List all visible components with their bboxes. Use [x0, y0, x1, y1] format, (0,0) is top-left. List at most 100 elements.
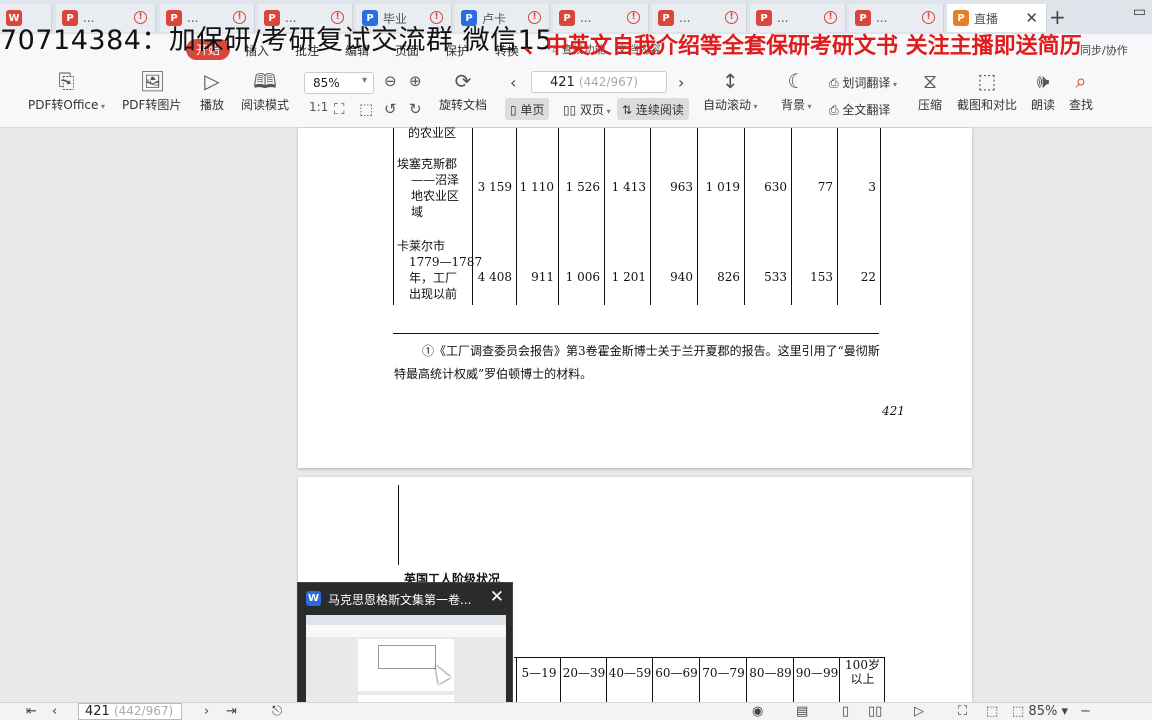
double-view-icon[interactable]: ▯▯ — [868, 704, 882, 719]
single-page-button[interactable]: ▯ 单页 — [505, 98, 550, 120]
page-total: (442/967) — [578, 75, 639, 89]
read-mode-label: 阅读模式 — [241, 98, 290, 112]
chevron-down-icon: ▾ — [361, 75, 367, 86]
actual-size-icon[interactable]: 1:1 — [309, 100, 328, 114]
table-cell: 630 — [764, 180, 787, 194]
document-type-icon: P — [855, 10, 871, 26]
table-cell: 153 — [810, 270, 833, 284]
rotate-document-button[interactable]: ⟳ 旋转文档 — [439, 70, 487, 113]
row-label-1: 埃塞克斯郡 ——沼泽 地农业区 域 — [397, 157, 460, 219]
tab-label: ... — [876, 11, 888, 25]
last-page-icon[interactable]: ⇥ — [226, 704, 237, 719]
status-page-current: 421 — [85, 704, 110, 719]
table-cell: 1 019 — [705, 180, 740, 194]
sync-collab-button[interactable]: 同步/协作 — [1080, 42, 1128, 58]
table-header-cell: 100岁以上 — [845, 658, 880, 686]
single-view-icon[interactable]: ▯ — [842, 704, 849, 719]
tab-label: ... — [777, 11, 789, 25]
close-tab-icon[interactable]: ✕ — [1025, 9, 1038, 27]
compress-icon: ⧖ — [922, 69, 938, 93]
double-page-icon: ▯▯ — [563, 103, 581, 117]
background-button[interactable]: ☾ 背景 ▾ — [781, 70, 812, 113]
overlay-caption-left: 70714384：加保研/考研复试交流群 微信15 — [0, 25, 553, 56]
play-icon: ▷ — [204, 69, 220, 93]
new-tab-icon[interactable]: + — [1049, 5, 1066, 29]
rotate-right-icon[interactable]: ↻ — [409, 100, 422, 118]
zoom-out-icon[interactable]: ⊖ — [384, 72, 397, 90]
table-header-cell: 90—99 — [795, 666, 839, 680]
document-type-icon: P — [756, 10, 772, 26]
prev-page-icon[interactable]: ‹ — [510, 73, 516, 92]
double-page-button[interactable]: ▯▯ 双页 ▾ — [558, 98, 616, 120]
pdf-to-office-button[interactable]: ⎘ PDF转Office ▾ — [28, 70, 105, 113]
fit-page-icon[interactable]: ⛶ — [334, 100, 345, 118]
auto-scroll-icon: ↕ — [721, 69, 739, 93]
unsaved-indicator-icon: ! — [627, 11, 640, 24]
table-cell: 1 006 — [565, 270, 600, 284]
close-icon[interactable]: ✕ — [490, 587, 504, 607]
zoom-value-status[interactable]: ⬚ 85% ▾ — [1012, 704, 1068, 719]
find-button[interactable]: ⌕ 查找 — [1069, 70, 1093, 113]
table-cell: 77 — [817, 180, 833, 194]
back-icon[interactable]: ⎋ — [272, 704, 282, 719]
next-page-icon[interactable]: › — [678, 73, 684, 92]
compress-button[interactable]: ⧖ 压缩 — [918, 70, 942, 113]
play-icon[interactable]: ▷ — [914, 704, 924, 719]
document-page: 的农业区 埃塞克斯郡 ——沼泽 地农业区 域 3 159 1 110 1 526 1 … — [298, 126, 972, 468]
unsaved-indicator-icon: ! — [725, 11, 738, 24]
table-header-cell: 80—89 — [749, 666, 792, 680]
preview-title: 马克思恩格斯文集第一卷... — [328, 593, 472, 607]
play-label: 播放 — [200, 98, 225, 112]
double-page-label: 双页 — [580, 103, 605, 117]
unsaved-indicator-icon: ! — [824, 11, 837, 24]
status-bar: ⇤ ‹ 421 (442/967) › ⇥ ⎋ ◉ ▤ ▯ ▯▯ ▷ ⛶ ⬚ ⬚… — [0, 702, 1152, 720]
page-current: 421 — [550, 75, 575, 90]
eye-icon[interactable]: ◉ — [752, 704, 763, 719]
zoom-out-icon[interactable]: − — [1080, 704, 1091, 719]
single-page-icon: ▯ — [510, 103, 521, 117]
window-preview[interactable]: W 马克思恩格斯文集第一卷... ✕ — [297, 582, 513, 720]
read-aloud-label: 朗读 — [1031, 98, 1056, 112]
status-page-input[interactable]: 421 (442/967) — [78, 703, 182, 720]
unsaved-indicator-icon: ! — [922, 11, 935, 24]
play-button[interactable]: ▷ 播放 — [200, 70, 224, 113]
page-number-input[interactable]: 421 (442/967) — [531, 71, 667, 93]
table-cell: 22 — [860, 270, 876, 284]
overlay-caption-right: 、中英文自我介绍等全套保研考研文书 关注主播即送简历 — [524, 34, 1082, 59]
read-aloud-button[interactable]: 🕪 朗读 — [1031, 70, 1055, 113]
table-cell: 1 110 — [519, 180, 554, 194]
document-type-icon: P — [658, 10, 674, 26]
background-label: 背景 — [781, 98, 806, 112]
rotate-left-icon[interactable]: ↺ — [384, 100, 397, 118]
pdf-to-image-button[interactable]: 🖼 PDF转图片 — [122, 70, 181, 113]
word-translate-label: 划词翻译 — [842, 76, 891, 90]
pdf-to-office-label: PDF转Office — [28, 98, 99, 112]
fit-page-icon[interactable]: ⛶ — [958, 704, 967, 719]
row-label-2: 卡莱尔市 1779—1787 年，工厂 出现以前 — [397, 239, 483, 301]
window-controls[interactable]: ▭ — [1133, 4, 1146, 20]
full-translate-button[interactable]: ⎙ 全文翻译 — [829, 101, 890, 118]
auto-scroll-button[interactable]: ↕ 自动滚动 ▾ — [703, 70, 758, 113]
fit-width-icon[interactable]: ⬚ — [359, 100, 373, 118]
footnote: ①《工厂调查委员会报告》第3卷霍金斯博士关于兰开夏郡的报告。这里引用了“曼彻斯特… — [394, 344, 880, 381]
screenshot-compare-button[interactable]: ⬚ 截图和对比 — [957, 70, 1017, 113]
fit-width-icon[interactable]: ⬚ — [986, 704, 998, 719]
continuous-read-button[interactable]: ⇅ 连续阅读 — [617, 98, 689, 120]
table-cell: 911 — [531, 270, 554, 284]
continuous-view-icon[interactable]: ▤ — [796, 704, 808, 719]
rotate-document-icon: ⟳ — [454, 69, 472, 93]
table-cell: 1 413 — [611, 180, 646, 194]
next-page-icon[interactable]: › — [204, 704, 209, 719]
zoom-select[interactable]: 85% ▾ — [304, 72, 374, 94]
word-translate-button[interactable]: ⎙ 划词翻译 ▾ — [829, 74, 897, 91]
zoom-in-icon[interactable]: ⊕ — [409, 72, 422, 90]
compress-label: 压缩 — [918, 98, 943, 112]
read-mode-button[interactable]: 🕮 阅读模式 — [241, 70, 289, 113]
rotate-document-label: 旋转文档 — [439, 98, 488, 112]
prev-page-icon[interactable]: ‹ — [52, 704, 57, 719]
pdf-to-office-icon: ⎘ — [58, 69, 75, 93]
find-label: 查找 — [1069, 98, 1094, 112]
table-cell: 1 201 — [611, 270, 646, 284]
table-cell: 533 — [764, 270, 787, 284]
first-page-icon[interactable]: ⇤ — [26, 704, 37, 719]
